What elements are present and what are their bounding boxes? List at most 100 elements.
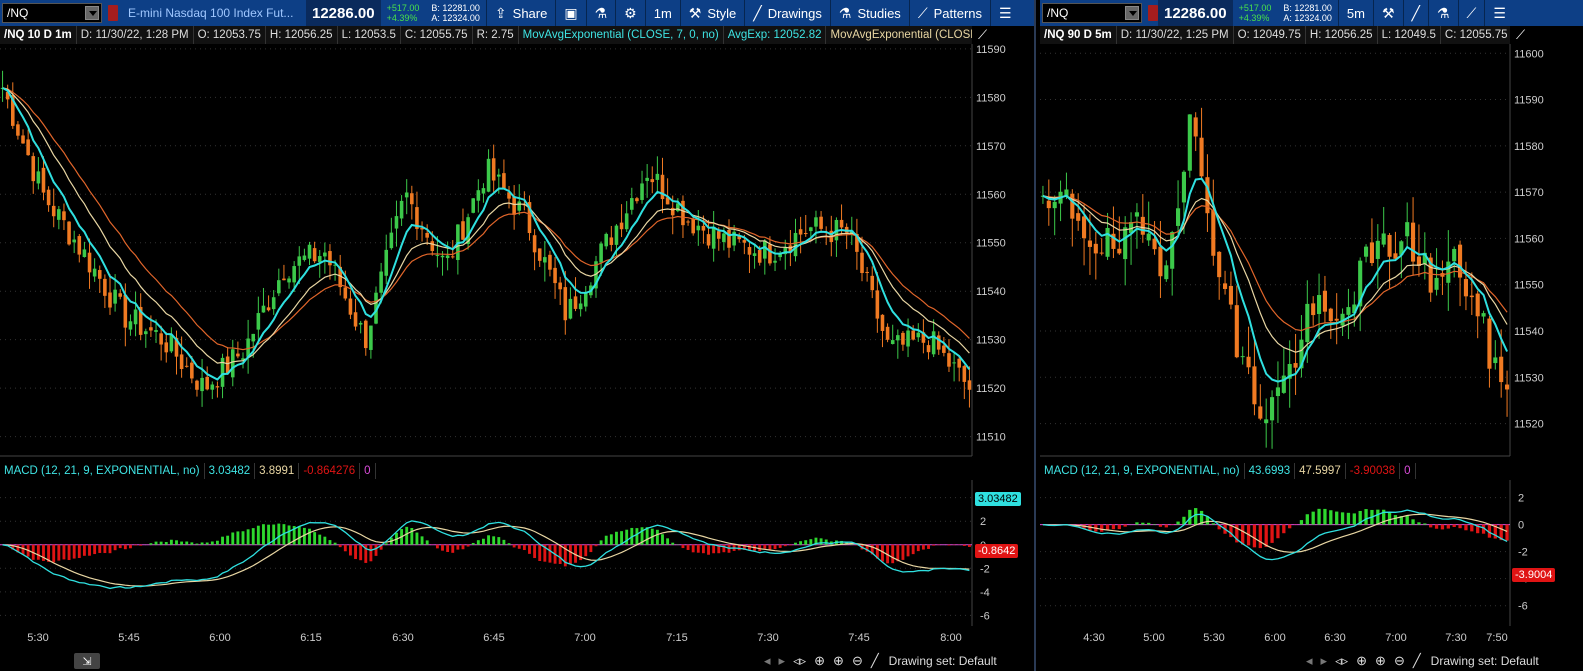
candle-body [159, 333, 163, 345]
candle-body [77, 236, 82, 255]
timeframe-button[interactable]: 1m [646, 0, 680, 26]
drawing-tool-icon[interactable]: ⟋ [1516, 27, 1536, 43]
candle-body [957, 358, 962, 368]
candle-body [1275, 387, 1280, 397]
zoom-out-icon[interactable]: ⊖ [1394, 653, 1405, 669]
candle-body [21, 135, 25, 144]
crosshair-icon[interactable]: ⊕ [1356, 653, 1367, 669]
chevron-down-icon[interactable] [1125, 6, 1139, 20]
candle-body [164, 342, 169, 353]
flask-button[interactable]: ⚗ [587, 0, 616, 26]
patterns-button-right[interactable]: ⟋ [1459, 0, 1485, 26]
study-ema-fast[interactable]: MovAvgExponential (CLOSE, 7, 0, no) [519, 26, 724, 44]
chart-panel-left[interactable]: /NQ E-mini Nasdaq 100 Index Fut... 12286… [0, 0, 1036, 671]
zoom-out-icon[interactable]: ⊖ [852, 653, 863, 669]
drawings-button[interactable]: ╱ Drawings [745, 0, 830, 26]
candle-body [563, 287, 568, 321]
candle-body [1146, 233, 1151, 241]
fit-icon[interactable]: ◃▹ [793, 653, 806, 669]
drawing-set-label[interactable]: Drawing set: Default [889, 654, 997, 668]
price-tick-label: 11530 [1514, 372, 1544, 384]
chart-title: /NQ 10 D 1m [0, 26, 77, 44]
patterns-button[interactable]: ⟋ Patterns [910, 0, 990, 26]
study-ema-fast-value: AvgExp: 12052.82 [724, 26, 827, 44]
candle-body [604, 233, 609, 247]
calendar-button[interactable]: ▣ [556, 0, 585, 26]
settings-button[interactable]: ⚙ [616, 0, 645, 26]
menu-button[interactable]: ☰ [991, 0, 1020, 26]
macd-avg-right: 47.5997 [1295, 463, 1346, 479]
candle-body [297, 256, 302, 266]
candle-body [230, 349, 235, 378]
price-chart-left[interactable]: 11590 11580 11570 11560 11550 11540 11530 11520… [0, 44, 1036, 460]
candle-body [635, 198, 639, 202]
macd-label[interactable]: MACD (12, 21, 9, EXPONENTIAL, no) [0, 463, 205, 479]
candle-body [819, 216, 823, 229]
flag-icon[interactable] [1148, 5, 1158, 21]
study-ema-mid[interactable]: MovAvgExponential (CLOSE, 21,... [826, 26, 972, 44]
zoom-in-icon[interactable]: ⊕ [1375, 653, 1386, 669]
share-button[interactable]: ⇪ Share [487, 0, 555, 26]
candle-body [1240, 356, 1245, 358]
drawings-button-right[interactable]: ╱ [1404, 0, 1428, 26]
candle-body [803, 233, 808, 235]
drawing-tool-icon[interactable]: ⟋ [978, 27, 998, 43]
macd-chart-right[interactable]: 20-2-4-6 [1040, 480, 1583, 628]
candle-body [62, 211, 66, 221]
symbol-selector-right[interactable]: /NQ [1042, 3, 1142, 23]
candle-body [839, 219, 844, 228]
candle-body [1093, 243, 1098, 254]
drawing-pencil-icon[interactable]: ╱ [1413, 653, 1421, 669]
drawing-pencil-icon[interactable]: ╱ [871, 653, 879, 669]
macd-label-right[interactable]: MACD (12, 21, 9, EXPONENTIAL, no) [1040, 463, 1245, 479]
menu-icon: ☰ [1493, 4, 1506, 21]
scroll-right-icon[interactable]: ▸ [779, 653, 786, 669]
candle-body [890, 340, 895, 345]
candle-body [1228, 285, 1233, 305]
candle-body [880, 314, 885, 331]
studies-button[interactable]: ⚗ Studies [831, 0, 909, 26]
candle-body [169, 334, 174, 352]
bar-high-right: H: 12056.25 [1306, 26, 1378, 44]
chart-panel-right[interactable]: /NQ 12286.00 +517.00 +4.39% B: 12281.00 … [1040, 0, 1583, 671]
bar-date: D: 11/30/22, 1:28 PM [77, 26, 194, 44]
candle-body [1463, 279, 1468, 297]
candle-body [389, 232, 394, 249]
price-tick-label: 11590 [976, 44, 1006, 56]
symbol-selector[interactable]: /NQ [2, 3, 102, 23]
candle-body [92, 268, 97, 277]
candle-body [271, 297, 276, 310]
candle-body [1181, 171, 1186, 203]
candle-body [302, 255, 307, 260]
price-chart-right[interactable]: 11600 11590 11580 11570 11560 11550 11540 11530… [1040, 44, 1583, 460]
candle-body [553, 267, 557, 284]
scroll-right-icon[interactable]: ▸ [1321, 653, 1328, 669]
expand-icon[interactable]: ⇲ [74, 653, 100, 669]
candle-body [225, 356, 230, 373]
candle-body [1411, 222, 1416, 262]
style-button[interactable]: ⚒ Style [681, 0, 744, 26]
style-button-right[interactable]: ⚒ [1374, 0, 1403, 26]
scroll-left-icon[interactable]: ◂ [764, 653, 771, 669]
menu-button-right[interactable]: ☰ [1485, 0, 1514, 26]
bid-ask-right: B: 12281.00 A: 12324.00 [1277, 3, 1338, 23]
drawing-set-label-right[interactable]: Drawing set: Default [1431, 654, 1539, 668]
zoom-in-icon[interactable]: ⊕ [833, 653, 844, 669]
time-tick-label: 6:00 [209, 632, 230, 644]
flag-icon[interactable] [108, 5, 118, 21]
bid-ask: B: 12281.00 A: 12324.00 [425, 3, 486, 23]
time-tick-label: 5:00 [1143, 632, 1164, 644]
candle-body [1170, 232, 1175, 269]
change-value-right: +517.00 [1238, 3, 1272, 13]
crosshair-icon[interactable]: ⊕ [814, 653, 825, 669]
fit-icon[interactable]: ◃▹ [1335, 653, 1348, 669]
candle-body [742, 240, 747, 243]
candle-body [425, 232, 429, 238]
candle-body [911, 330, 915, 340]
scroll-left-icon[interactable]: ◂ [1306, 653, 1313, 669]
macd-chart-left[interactable]: 420-2-4-6 [0, 480, 1036, 628]
gear-icon: ⚙ [624, 4, 637, 21]
chevron-down-icon[interactable] [85, 6, 99, 20]
timeframe-button-right[interactable]: 5m [1339, 0, 1373, 26]
studies-button-right[interactable]: ⚗ [1429, 0, 1458, 26]
